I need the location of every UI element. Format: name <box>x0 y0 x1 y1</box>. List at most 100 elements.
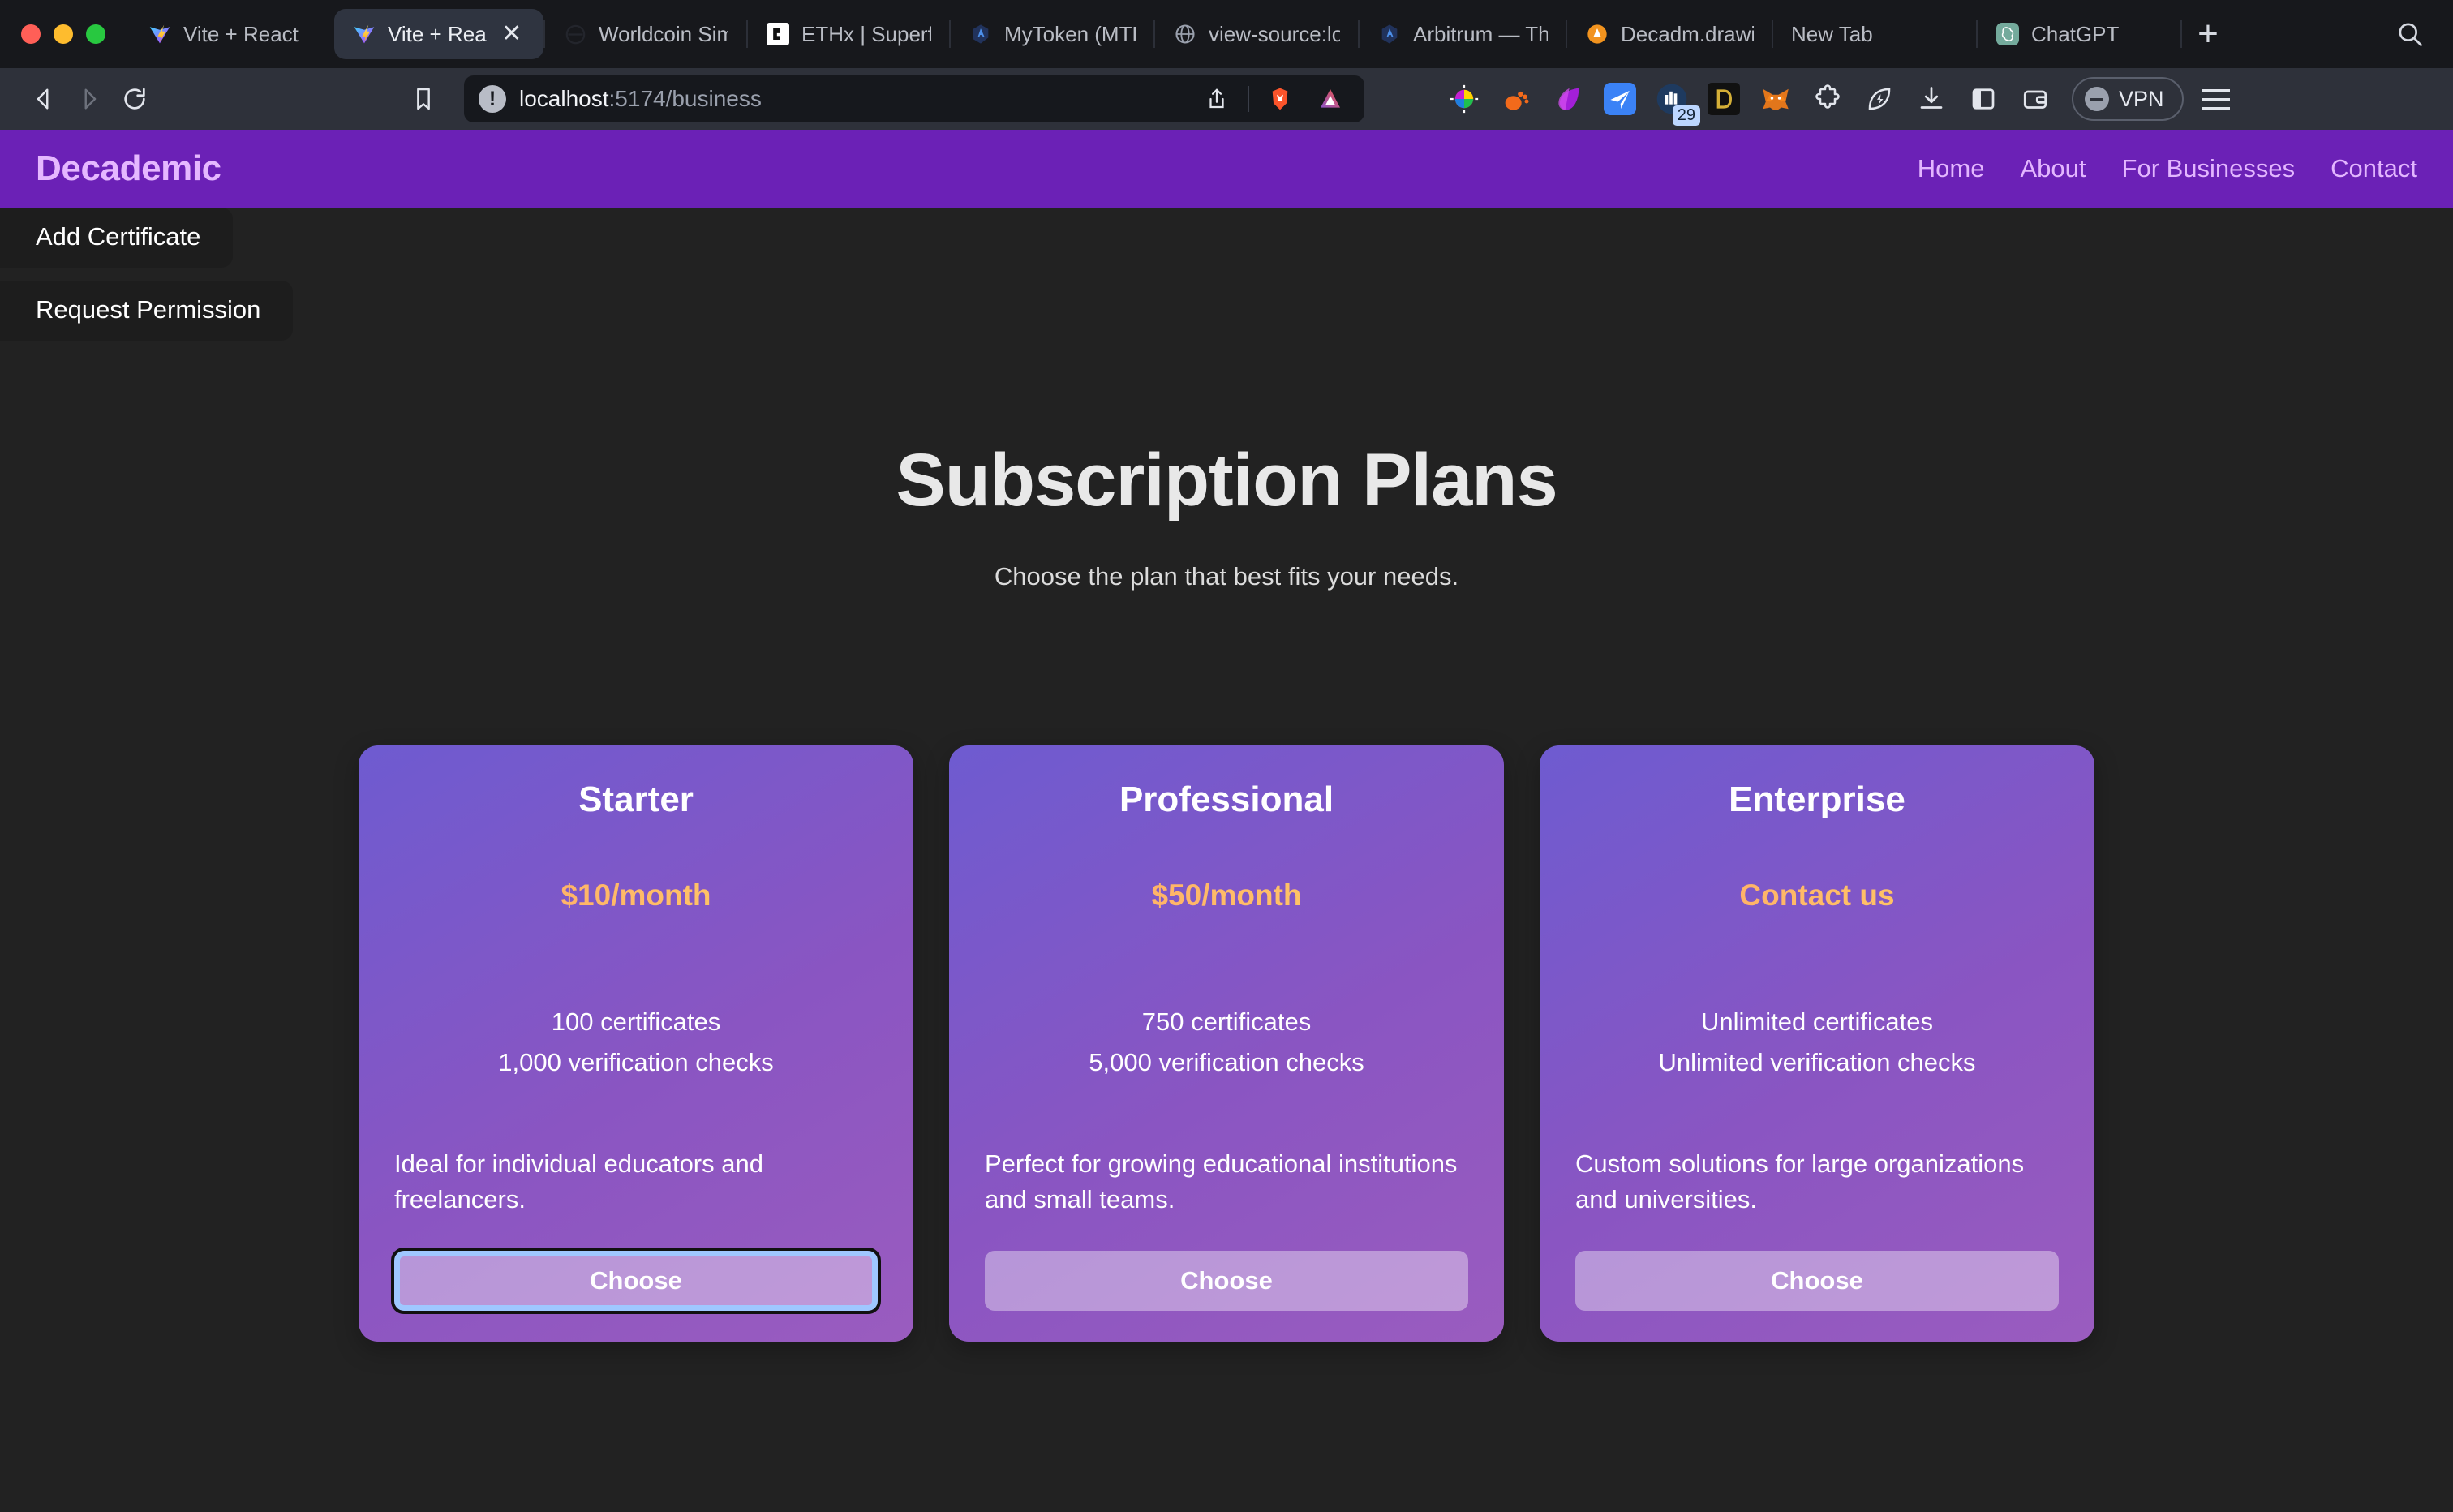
not-secure-icon[interactable]: ! <box>479 85 506 113</box>
nav-link-contact[interactable]: Contact <box>2331 154 2417 183</box>
browser-window: Vite + React Vite + Rea ✕ Worldcoin Simu <box>0 0 2453 1512</box>
plan-features: 100 certificates 1,000 verification chec… <box>394 1002 878 1083</box>
plan-feature: 5,000 verification checks <box>1089 1048 1364 1077</box>
vite-icon <box>352 22 376 46</box>
address-bar-actions <box>1197 79 1350 118</box>
browser-tab[interactable]: New Tab <box>1773 9 1976 59</box>
choose-plan-button[interactable]: Choose <box>1575 1251 2059 1312</box>
purple-leaf-icon[interactable] <box>1546 77 1590 121</box>
back-arrow-icon[interactable] <box>21 76 67 122</box>
wallet-icon[interactable] <box>2013 77 2057 121</box>
browser-tab[interactable]: view-source:lo <box>1155 9 1358 59</box>
window-controls <box>21 24 130 44</box>
hamburger-menu-icon[interactable] <box>2193 76 2239 122</box>
ethx-icon <box>766 22 790 46</box>
forward-arrow-icon[interactable] <box>67 76 112 122</box>
hero-subtitle: Choose the plan that best fits your need… <box>994 562 1459 591</box>
plan-feature: 1,000 verification checks <box>498 1048 774 1077</box>
request-permission-button[interactable]: Request Permission <box>0 281 294 341</box>
plan-price: $50/month <box>985 878 1468 913</box>
vpn-button[interactable]: VPN <box>2072 77 2184 121</box>
plan-feature: Unlimited certificates <box>1701 1007 1933 1036</box>
browser-tab[interactable]: Arbitrum — The <box>1360 9 1566 59</box>
pricing-plans: Starter $10/month 100 certificates 1,000… <box>0 745 2453 1342</box>
nav-link-for-businesses[interactable]: For Businesses <box>2122 154 2296 183</box>
add-certificate-button[interactable]: Add Certificate <box>0 208 234 268</box>
tab-title: Arbitrum — The <box>1413 21 1548 46</box>
plan-card-professional: Professional $50/month 750 certificates … <box>949 745 1504 1342</box>
calendar-29-icon[interactable]: 29 <box>1650 77 1700 126</box>
chatgpt-icon <box>1995 22 2020 46</box>
browser-tab-active[interactable]: Vite + Rea ✕ <box>334 9 543 59</box>
address-bar[interactable]: ! localhost:5174/business <box>464 75 1364 122</box>
vpn-status-icon <box>2085 87 2109 111</box>
plan-features: 750 certificates 5,000 verification chec… <box>985 1002 1468 1083</box>
tab-title: MyToken (MTK) <box>1004 21 1136 46</box>
etherscan-icon <box>969 22 993 46</box>
new-tab-button[interactable]: + <box>2182 8 2234 60</box>
vite-icon <box>148 22 172 46</box>
plan-card-enterprise: Enterprise Contact us Unlimited certific… <box>1540 745 2094 1342</box>
close-tab-button[interactable]: ✕ <box>498 20 526 48</box>
tab-strip: Vite + React Vite + Rea ✕ Worldcoin Simu <box>0 0 2453 68</box>
nav-link-home[interactable]: Home <box>1918 154 1985 183</box>
browser-tab[interactable]: Decadm.drawio <box>1567 9 1772 59</box>
zoom-window-button[interactable] <box>86 24 105 44</box>
plan-feature: 100 certificates <box>551 1007 721 1036</box>
dlion-icon[interactable] <box>1702 77 1746 121</box>
browser-tab[interactable]: MyToken (MTK) <box>951 9 1153 59</box>
worldcoin-icon <box>563 22 587 46</box>
puzzle-extensions-icon[interactable] <box>1806 77 1849 121</box>
metamask-fox-icon[interactable] <box>1754 77 1798 121</box>
share-icon[interactable] <box>1197 79 1236 118</box>
brave-lion-icon[interactable] <box>1261 79 1300 118</box>
browser-tab[interactable]: Worldcoin Simu <box>545 9 746 59</box>
plan-name: Professional <box>1119 780 1334 819</box>
tab-title: Worldcoin Simu <box>599 21 728 46</box>
nav-links: Home About For Businesses Contact <box>1918 154 2417 183</box>
tab-title: Vite + React <box>183 21 299 46</box>
tab-title: Decadm.drawio <box>1621 21 1754 46</box>
leaf-bolt-icon[interactable] <box>1858 77 1901 121</box>
tab-title: Vite + Rea <box>388 21 487 46</box>
bookmark-icon[interactable] <box>401 76 446 122</box>
tab-title: view-source:lo <box>1209 21 1340 46</box>
plan-feature: 750 certificates <box>1141 1007 1312 1036</box>
orange-paw-icon[interactable] <box>1494 77 1538 121</box>
reload-icon[interactable] <box>112 76 157 122</box>
search-icon[interactable] <box>2382 6 2438 62</box>
divider <box>1248 86 1249 112</box>
plan-price: $10/month <box>394 878 878 913</box>
minimize-window-button[interactable] <box>54 24 73 44</box>
hero-section: Subscription Plans Choose the plan that … <box>0 341 2453 591</box>
action-buttons: Add Certificate Request Permission <box>0 208 2453 341</box>
tab-title: New Tab <box>1791 21 1873 46</box>
choose-plan-button[interactable]: Choose <box>985 1251 1468 1312</box>
page-viewport: Decademic Home About For Businesses Cont… <box>0 130 2453 1512</box>
url-path: :5174/business <box>608 86 762 111</box>
page-title: Decademic <box>36 148 221 188</box>
browser-tab[interactable]: ETHx | Superflu <box>748 9 949 59</box>
plan-name: Enterprise <box>1729 780 1905 819</box>
plan-name: Starter <box>578 780 694 819</box>
plan-features: Unlimited certificates Unlimited verific… <box>1575 1002 2059 1083</box>
etherscan-icon <box>1377 22 1402 46</box>
plan-card-starter: Starter $10/month 100 certificates 1,000… <box>359 745 913 1342</box>
plan-description: Custom solutions for large organizations… <box>1575 1149 2025 1213</box>
choose-plan-button[interactable]: Choose <box>391 1248 881 1315</box>
browser-tab[interactable]: Vite + React <box>130 9 334 59</box>
color-picker-icon[interactable] <box>1442 77 1486 121</box>
browser-toolbar: ! localhost:5174/business 29 VPN <box>0 68 2453 130</box>
brave-triangle-icon[interactable] <box>1311 79 1350 118</box>
blue-paper-plane-icon[interactable] <box>1598 77 1642 121</box>
downloads-icon[interactable] <box>1910 77 1953 121</box>
globe-icon <box>1173 22 1197 46</box>
tab-title: ChatGPT <box>2031 21 2120 46</box>
sidebar-icon[interactable] <box>1961 77 2005 121</box>
close-window-button[interactable] <box>21 24 41 44</box>
url-host: localhost <box>519 86 609 111</box>
nav-link-about[interactable]: About <box>2021 154 2086 183</box>
plan-price: Contact us <box>1575 878 2059 913</box>
browser-tab[interactable]: ChatGPT <box>1978 9 2180 59</box>
tab-title: ETHx | Superflu <box>801 21 931 46</box>
